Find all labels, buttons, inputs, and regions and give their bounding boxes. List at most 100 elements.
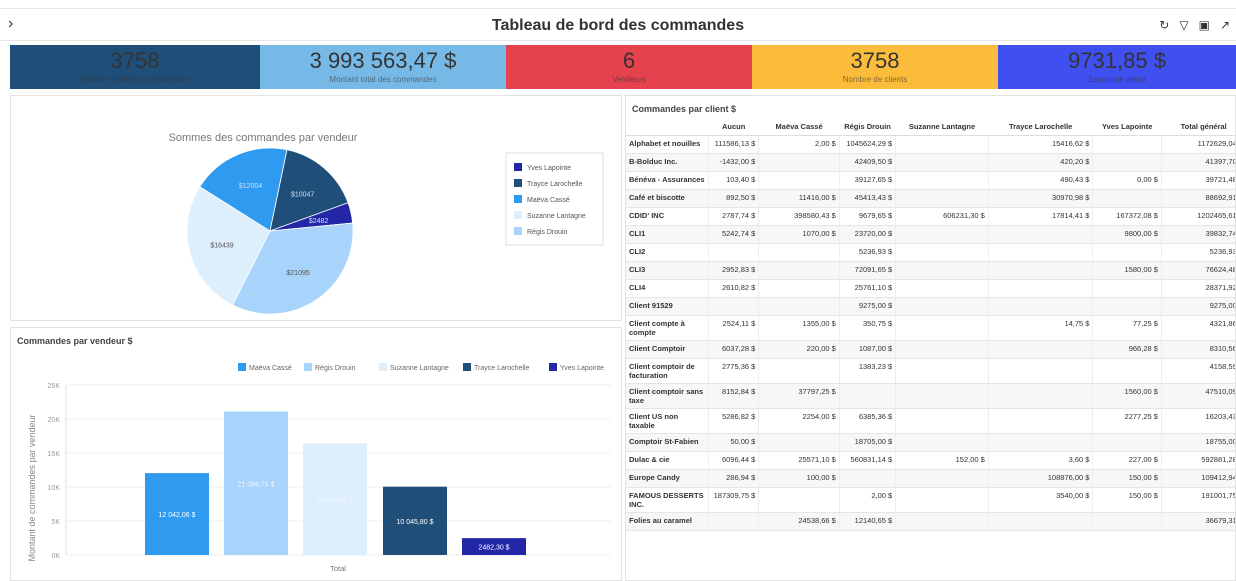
amount-cell: 18705,00 $	[838, 433, 896, 452]
client-name-cell: Client comptoir sans taxe	[626, 383, 709, 409]
amount-cell: 152,00 $	[895, 451, 989, 470]
table-row[interactable]: Café et biscotte 892,50 $11416,00 $45413,…	[626, 189, 1235, 208]
refresh-icon[interactable]: ↻	[1159, 18, 1169, 32]
table-row[interactable]: Client US non taxable 5286,82 $2254,00 $6…	[626, 408, 1235, 434]
table-row[interactable]: Client comptoir de facturation 2775,36 $ 1…	[626, 358, 1235, 384]
amount-cell	[758, 171, 840, 190]
amount-cell: 45413,43 $	[838, 189, 896, 208]
amount-cell: 420,20 $	[987, 153, 1093, 172]
column-header[interactable]: Suzanne Lantagne	[895, 118, 989, 136]
amount-cell: 103,40 $	[708, 171, 759, 190]
kpi-sellers[interactable]: 6 Vendeurs	[506, 45, 752, 89]
bar-legend: Maëva Cassé Régis Drouin Suzanne Lantagne T…	[238, 363, 604, 372]
pie-slice-label: $10047	[291, 191, 314, 198]
table-row[interactable]: Folies au caramel 24538,66 $12140,65 $ 366…	[626, 512, 1235, 531]
amount-cell	[708, 297, 759, 316]
legend-label: Yves Lapointe	[560, 365, 604, 372]
table-row[interactable]: CLI2 5236,93 $ 5236,93 $	[626, 243, 1235, 262]
amount-cell	[1092, 358, 1162, 384]
amount-cell: 5242,74 $	[708, 225, 759, 244]
table-row[interactable]: Client compte à compte 2524,11 $1355,00 $…	[626, 315, 1235, 341]
table-row[interactable]: Client 91529 9275,00 $ 9275,00 $	[626, 297, 1235, 316]
bar-bars: 12 042,06 $ 21 094,75 $ 16 439,01 $ 10 045,…	[145, 411, 526, 555]
amount-cell	[895, 469, 989, 488]
amount-cell: 2,00 $	[838, 487, 896, 513]
client-name-cell: CLI4	[626, 279, 709, 298]
client-name-cell: CLI1	[626, 225, 709, 244]
column-header[interactable]: Yves Lapointe	[1092, 118, 1162, 136]
amount-cell: 606231,30 $	[895, 207, 989, 226]
column-header[interactable]: Aucun	[708, 118, 759, 136]
y-tick-label: 5K	[51, 519, 60, 526]
table-row[interactable]: Bénéva - Assurances 103,40 $ 39127,65 $ 490…	[626, 171, 1235, 190]
amount-cell	[1092, 153, 1162, 172]
amount-cell: 72091,65 $	[838, 261, 896, 280]
client-name-cell: Dulac & cie	[626, 451, 709, 470]
table-row[interactable]: FAMOUS DESSERTS INC. 187309,75 $ 2,00 $ 354…	[626, 487, 1235, 513]
table-row[interactable]: CLI42610,82 $ 25761,10 $ 28371,92 $	[626, 279, 1235, 298]
table-row[interactable]: B-Bolduc Inc. -1432,00 $ 42409,50 $ 420,20 …	[626, 153, 1235, 172]
amount-cell	[1092, 297, 1162, 316]
table-row[interactable]: Europe Candy 286,94 $100,00 $108876,00 $1…	[626, 469, 1235, 488]
amount-cell	[758, 358, 840, 384]
kpi-discount[interactable]: 9731,85 $ Escompte dédui	[998, 45, 1236, 89]
amount-cell	[758, 153, 840, 172]
amount-cell: 5286,82 $	[708, 408, 759, 434]
client-name-cell: FAMOUS DESSERTS INC.	[626, 487, 709, 513]
amount-cell: 8310,56 $	[1160, 340, 1235, 359]
y-tick-label: 15K	[48, 451, 61, 458]
column-header[interactable]: Total général	[1161, 118, 1235, 136]
amount-cell	[987, 358, 1093, 384]
amount-cell	[895, 340, 989, 359]
export-icon[interactable]: ↗	[1220, 18, 1230, 32]
amount-cell: 1580,00 $	[1092, 261, 1162, 280]
bar-value-label: 10 045,80 $	[397, 519, 434, 526]
amount-cell	[987, 433, 1093, 452]
client-name-cell: Bénéva - Assurances	[626, 171, 709, 190]
orders-by-client-panel: Commandes par client $ Aucun Maëva Cassé R…	[625, 95, 1236, 581]
legend-label: Régis Drouin	[527, 229, 568, 236]
kpi-clients[interactable]: 3758 Nombre de clients	[752, 45, 998, 89]
table-row[interactable]: CLI1 5242,74 $1070,00 $23720,00 $ 9800,00 …	[626, 225, 1235, 244]
amount-cell	[895, 358, 989, 384]
column-header[interactable]: Trayce Larochelle	[988, 118, 1093, 136]
column-header[interactable]: Maëva Cassé	[758, 118, 840, 136]
save-icon[interactable]: ▣	[1199, 18, 1210, 32]
kpi-total-orders[interactable]: 3758 Nombre total des commandes	[10, 45, 260, 89]
y-tick-label: 10K	[48, 485, 61, 492]
kpi-total-amount[interactable]: 3 993 563,47 $ Montant total des command…	[260, 45, 506, 89]
amount-cell	[838, 383, 896, 409]
amount-cell	[895, 171, 989, 190]
table-row[interactable]: Client comptoir sans taxe 8152,84 $37797,…	[626, 383, 1235, 409]
amount-cell	[895, 315, 989, 341]
filter-clear-icon[interactable]: ▽	[1179, 18, 1188, 32]
amount-cell: 1383,23 $	[838, 358, 896, 384]
amount-cell: 2775,36 $	[708, 358, 759, 384]
column-header[interactable]: Régis Drouin	[839, 118, 896, 136]
amount-cell: 350,75 $	[838, 315, 896, 341]
table-row[interactable]: Comptoir St-Fabien 50,00 $ 18705,00 $ 18755…	[626, 433, 1235, 452]
legend-label: Suzanne Lantagne	[527, 213, 586, 220]
table-row[interactable]: Alphabet et nouilles 111586,13 $2,00 $104…	[626, 135, 1235, 154]
bar-value-label: 2482,30 $	[478, 545, 509, 552]
amount-cell: 36679,31 $	[1160, 512, 1235, 531]
legend-swatch	[514, 227, 522, 235]
page-title: Tableau de bord des commandes	[491, 17, 745, 34]
table-row[interactable]: CLI3 2952,83 $ 72091,65 $ 1580,00 $76624,48…	[626, 261, 1235, 280]
amount-cell: 966,28 $	[1092, 340, 1162, 359]
y-tick-label: 20K	[48, 417, 61, 424]
client-name-cell: Café et biscotte	[626, 189, 709, 208]
amount-cell	[895, 261, 989, 280]
amount-cell: 14,75 $	[987, 315, 1093, 341]
amount-cell: 5236,93 $	[838, 243, 896, 262]
amount-cell	[895, 225, 989, 244]
amount-cell: 9679,65 $	[838, 207, 896, 226]
amount-cell: 398580,43 $	[758, 207, 840, 226]
amount-cell: 2277,25 $	[1092, 408, 1162, 434]
dashboard-header: › Tableau de bord des commandes ↻ ▽ ▣ ↗	[0, 8, 1236, 41]
table-row[interactable]: CDID' INC 2787,74 $398580,43 $9679,65 $60…	[626, 207, 1235, 226]
table-row[interactable]: Dulac & cie 6096,44 $25571,10 $560831,14 …	[626, 451, 1235, 470]
table-row[interactable]: Client Comptoir 6037,28 $220,00 $1087,00 …	[626, 340, 1235, 359]
column-header[interactable]	[626, 118, 709, 136]
amount-cell: 39721,48 $	[1160, 171, 1235, 190]
